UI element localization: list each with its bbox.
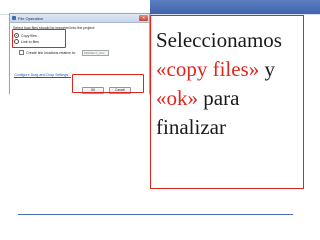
dialog-titlebar: File Operation ✕ xyxy=(10,14,149,23)
copy-files-highlight xyxy=(12,29,66,48)
copy-files-quote: «copy files» xyxy=(156,57,260,81)
slide-header-bar xyxy=(0,0,320,14)
ok-highlight xyxy=(72,74,144,93)
relative-link-label: Create link locations relative to: xyxy=(26,50,76,55)
text-line-1: Seleccionamos xyxy=(156,28,282,52)
dialog-title: File Operation xyxy=(18,15,44,21)
relative-to-field[interactable]: PROJECT_LOC xyxy=(82,50,109,56)
text-line-2: «copy files» y xyxy=(156,55,302,84)
ok-quote: «ok» xyxy=(156,86,198,110)
close-icon[interactable]: ✕ xyxy=(139,15,148,21)
eclipse-icon xyxy=(12,16,16,20)
relative-link-option[interactable]: Create link locations relative to: xyxy=(19,50,76,55)
word-y: y xyxy=(264,57,275,81)
text-line-4: finalizar xyxy=(156,115,226,139)
slide-text: Seleccionamos «copy files» y «ok» para f… xyxy=(156,26,302,142)
slide-footer-line xyxy=(18,214,293,215)
text-line-3: «ok» para xyxy=(156,84,302,113)
slide-header-accent xyxy=(150,0,320,14)
word-para: para xyxy=(203,86,240,110)
checkbox-icon[interactable] xyxy=(19,50,24,55)
configure-drag-drop-link[interactable]: Configure Drag and Drop Settings... xyxy=(14,73,71,77)
